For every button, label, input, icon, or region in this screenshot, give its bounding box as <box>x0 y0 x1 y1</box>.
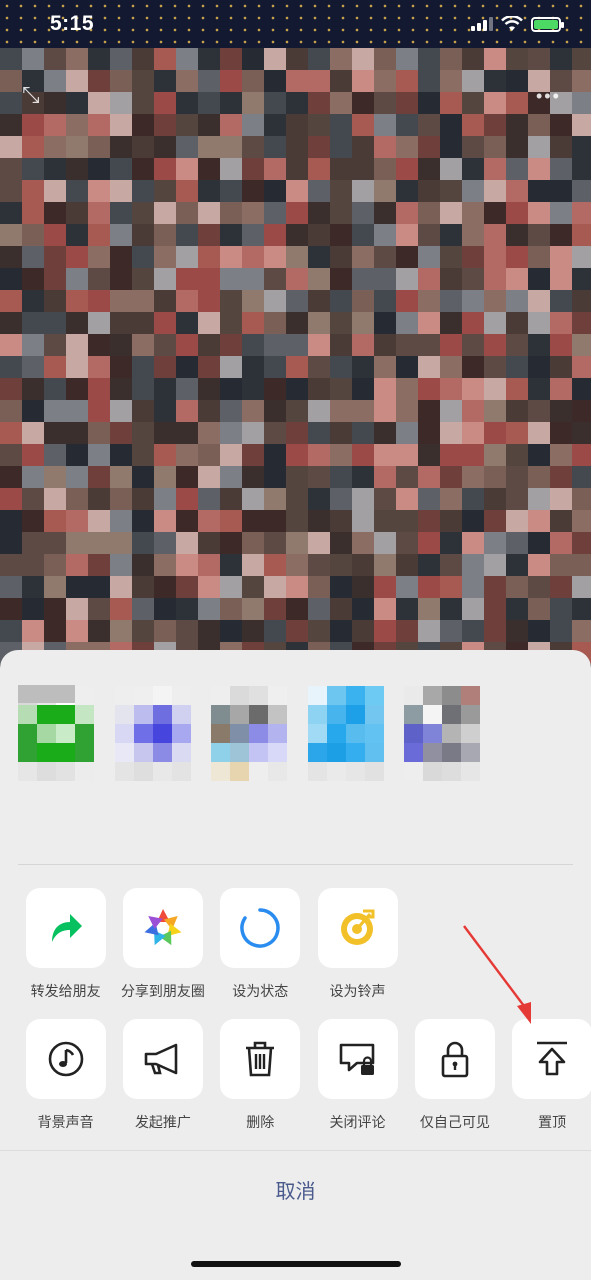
promotion-tile[interactable] <box>122 1019 203 1099</box>
pixelated-video-frame <box>0 48 591 664</box>
masked-contact-image <box>307 686 384 781</box>
music-note-icon <box>48 1041 83 1077</box>
status-icons <box>471 16 564 32</box>
private-tile[interactable] <box>414 1019 495 1099</box>
status-ring-icon <box>240 908 280 948</box>
pin-top-tile[interactable] <box>512 1019 591 1099</box>
forward-arrow-icon <box>51 914 82 942</box>
action-label: 转发给朋友 <box>30 983 101 999</box>
ringtone-tile[interactable] <box>317 888 398 968</box>
contact-avatar[interactable] <box>404 686 480 836</box>
megaphone-icon <box>144 1043 178 1075</box>
video-background <box>0 0 591 700</box>
contact-avatar[interactable] <box>211 686 287 836</box>
delete-tile[interactable] <box>220 1019 301 1099</box>
padlock-icon <box>441 1041 469 1078</box>
cancel-area: 取消 <box>0 1150 591 1280</box>
contact-avatar[interactable] <box>307 686 384 836</box>
delete-button[interactable]: 删除 <box>212 1019 309 1132</box>
forward-to-friend-button[interactable]: 转发给朋友 <box>17 888 114 1001</box>
action-label: 背景声音 <box>37 1114 94 1130</box>
home-indicator <box>191 1261 401 1267</box>
action-label: 关闭评论 <box>329 1114 386 1130</box>
status-bar: 5:15 <box>0 0 591 48</box>
action-row-primary: 转发给朋友 分享到朋友圈 设为状态 设为铃声 <box>17 888 406 1001</box>
action-label: 设为铃声 <box>329 983 386 999</box>
background-sound-button[interactable]: 背景声音 <box>17 1019 114 1132</box>
sheet-divider <box>18 864 573 865</box>
action-label: 置顶 <box>538 1114 567 1130</box>
disable-comments-tile[interactable] <box>317 1019 398 1099</box>
moments-aperture-icon <box>144 909 182 946</box>
moments-tile[interactable] <box>122 888 203 968</box>
background-sound-tile[interactable] <box>25 1019 106 1099</box>
minimize-icon[interactable]: ⤡ <box>22 82 40 108</box>
action-label: 分享到朋友圈 <box>120 983 205 999</box>
action-label: 仅自己可见 <box>419 1114 490 1130</box>
disable-comments-button[interactable]: 关闭评论 <box>309 1019 406 1132</box>
contact-avatar[interactable] <box>18 686 94 836</box>
action-label: 设为状态 <box>232 983 289 999</box>
status-time: 5:15 <box>50 12 95 35</box>
set-as-ringtone-button[interactable]: 设为铃声 <box>309 888 406 1001</box>
more-menu-icon[interactable]: ••• <box>536 86 561 107</box>
comment-lock-icon <box>339 1043 374 1075</box>
masked-contact-image <box>211 686 287 781</box>
start-promotion-button[interactable]: 发起推广 <box>114 1019 211 1132</box>
cellular-signal-icon <box>471 17 493 31</box>
ringtone-icon <box>340 909 375 945</box>
cancel-button[interactable]: 取消 <box>0 1151 591 1227</box>
contact-avatar[interactable] <box>114 686 191 836</box>
wifi-icon <box>501 16 523 31</box>
action-label: 发起推广 <box>134 1114 191 1130</box>
private-only-button[interactable]: 仅自己可见 <box>406 1019 503 1132</box>
share-sheet: 转发给朋友 分享到朋友圈 设为状态 设为铃声 背景声音 发起推广 删除 关闭评论… <box>0 650 591 1280</box>
pin-to-top-button[interactable]: 置顶 <box>503 1019 591 1132</box>
forward-tile[interactable] <box>25 888 106 968</box>
masked-contact-image <box>404 686 480 781</box>
battery-icon <box>531 16 564 32</box>
action-label: 删除 <box>246 1114 275 1130</box>
share-to-moments-button[interactable]: 分享到朋友圈 <box>114 888 211 1001</box>
set-as-status-button[interactable]: 设为状态 <box>212 888 309 1001</box>
action-row-secondary: 背景声音 发起推广 删除 关闭评论 仅自己可见 置顶 <box>17 1019 591 1132</box>
masked-header-block <box>18 685 75 703</box>
status-tile[interactable] <box>220 888 301 968</box>
masked-contact-image <box>114 686 191 781</box>
pin-top-icon <box>537 1041 568 1076</box>
trash-icon <box>246 1041 275 1077</box>
